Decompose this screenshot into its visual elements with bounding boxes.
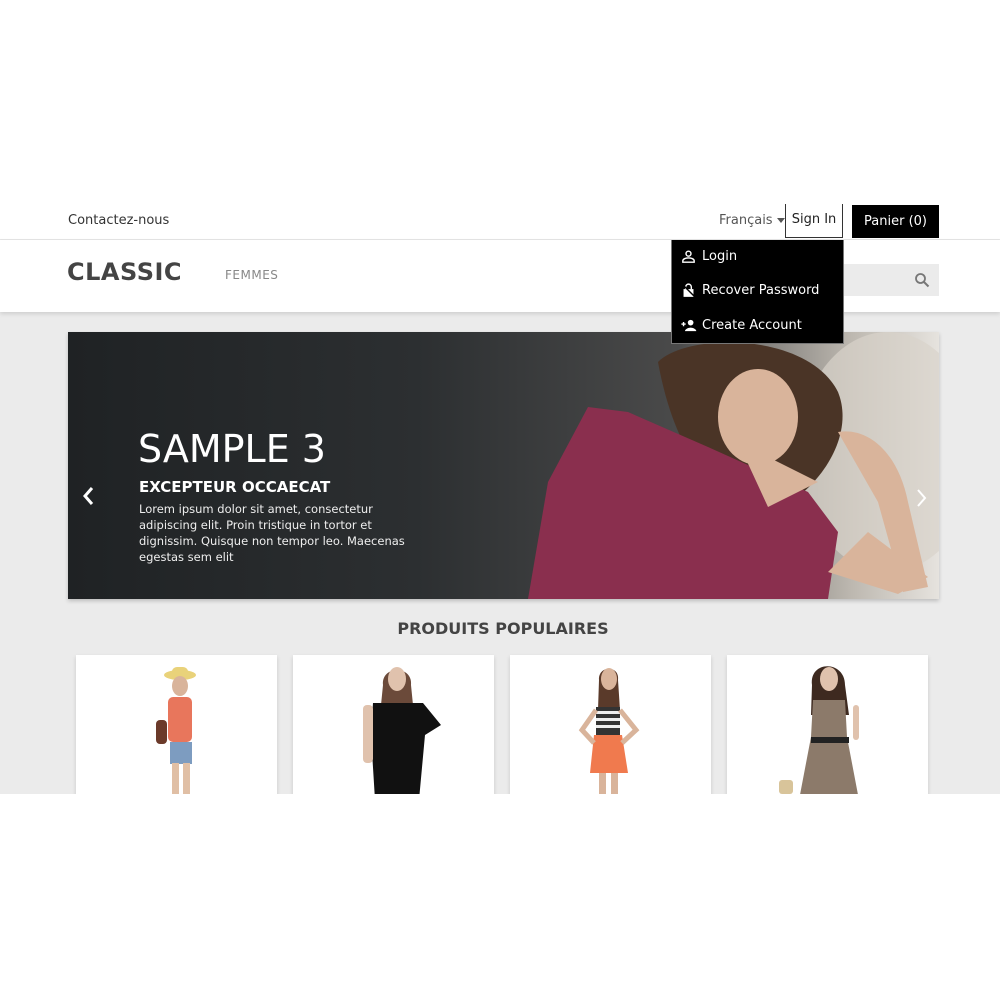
menu-item-label: Login xyxy=(702,248,738,264)
slide-title: SAMPLE 3 xyxy=(138,427,326,471)
slide-image xyxy=(528,332,939,599)
menu-item-label: Recover Password xyxy=(702,282,820,298)
menu-item-label: Create Account xyxy=(702,317,802,333)
menu-item-login[interactable]: Login xyxy=(680,246,737,266)
nav-item-femmes[interactable]: FEMMES xyxy=(225,268,278,282)
lock-icon xyxy=(681,282,696,297)
slide-subtitle: EXCEPTEUR OCCAECAT xyxy=(139,478,331,496)
product-image xyxy=(578,668,640,794)
product-card[interactable] xyxy=(727,655,928,794)
add-person-icon xyxy=(681,319,697,331)
slide-description: Lorem ipsum dolor sit amet, consectetur … xyxy=(139,502,405,564)
menu-item-create-account[interactable]: Create Account xyxy=(680,315,802,335)
language-label: Français xyxy=(719,213,773,228)
hero-slider[interactable]: SAMPLE 3 EXCEPTEUR OCCAECAT Lorem ipsum … xyxy=(68,332,939,599)
user-dropdown-menu: Login Recover Password Create Account xyxy=(671,240,844,344)
search-icon[interactable] xyxy=(914,272,930,288)
cart-button[interactable]: Panier (0) xyxy=(852,205,939,238)
section-title: PRODUITS POPULAIRES xyxy=(397,619,609,638)
chevron-left-icon[interactable] xyxy=(80,484,96,508)
product-card[interactable] xyxy=(76,655,277,794)
product-card[interactable] xyxy=(510,655,711,794)
sign-in-button[interactable]: Sign In xyxy=(785,204,843,238)
header: CLASSIC FEMMES xyxy=(0,240,1000,312)
caret-down-icon xyxy=(776,218,785,223)
language-selector[interactable]: Français xyxy=(719,213,785,228)
product-image xyxy=(363,667,441,794)
menu-item-recover-password[interactable]: Recover Password xyxy=(680,280,819,300)
top-bar: Contactez-nous Français Sign In Panier (… xyxy=(0,203,1000,240)
product-card[interactable] xyxy=(293,655,494,794)
product-image xyxy=(779,666,859,794)
contact-link[interactable]: Contactez-nous xyxy=(68,213,169,228)
person-icon xyxy=(682,249,695,263)
page: Contactez-nous Français Sign In Panier (… xyxy=(0,203,1000,794)
chevron-right-icon[interactable] xyxy=(914,486,930,510)
product-image xyxy=(156,667,196,794)
logo[interactable]: CLASSIC xyxy=(67,258,182,286)
